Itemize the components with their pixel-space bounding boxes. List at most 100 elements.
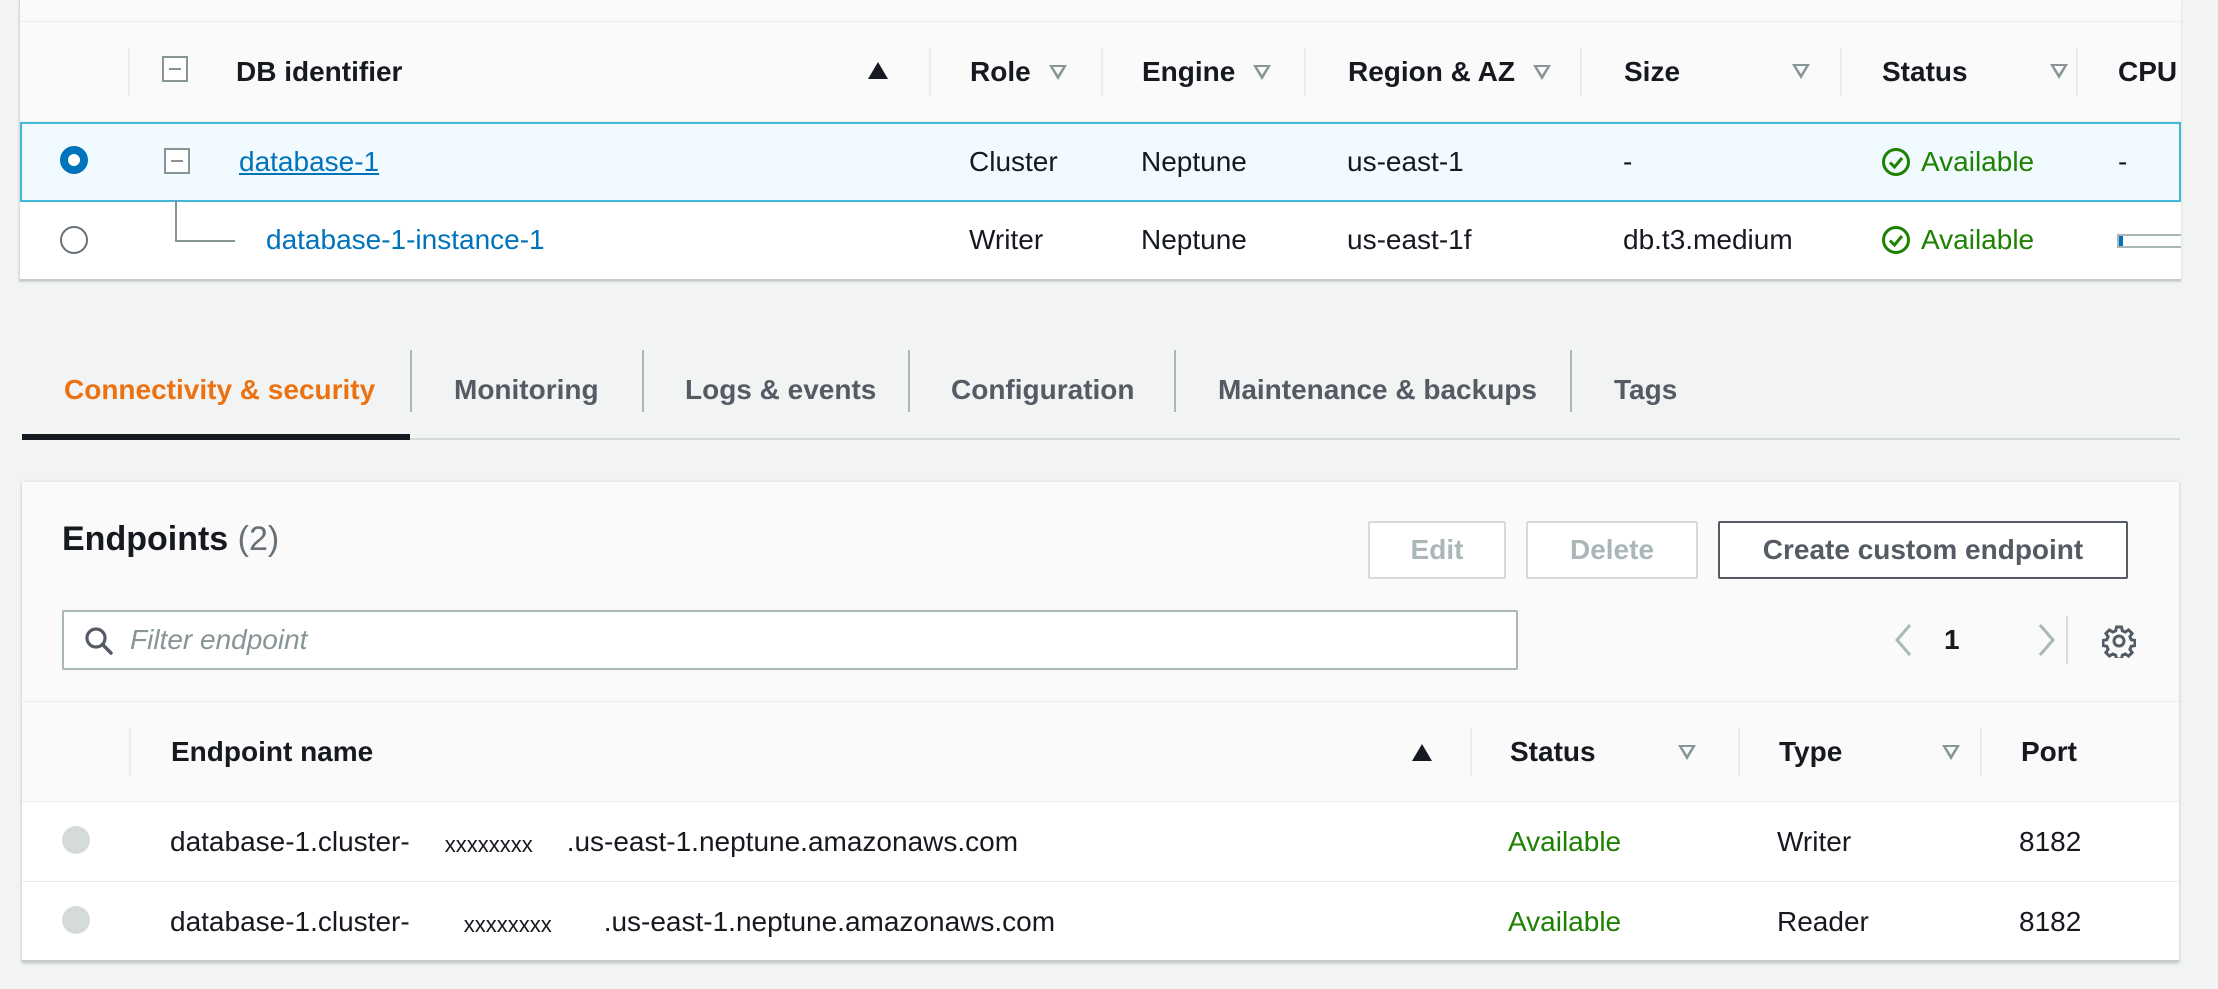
collapse-icon[interactable] bbox=[164, 148, 190, 174]
row-engine: Neptune bbox=[1141, 200, 1247, 280]
pagination-separator bbox=[2066, 616, 2068, 664]
table-row[interactable]: database-1.cluster- xxxxxxxx .us-east-1.… bbox=[22, 802, 2179, 882]
header-db-identifier[interactable]: DB identifier bbox=[236, 22, 936, 122]
expand-all-icon[interactable] bbox=[162, 56, 188, 82]
tab-separator bbox=[642, 350, 644, 412]
endpoint-status: Available bbox=[1508, 882, 1621, 962]
header-status-label: Status bbox=[1882, 56, 1968, 88]
endpoint-port: 8182 bbox=[2019, 802, 2081, 881]
endpoint-status: Available bbox=[1508, 802, 1621, 881]
row-size: db.t3.medium bbox=[1623, 200, 1793, 280]
table-row[interactable]: database-1 Cluster Neptune us-east-1 - A… bbox=[20, 122, 2181, 202]
check-circle-icon bbox=[1881, 147, 1911, 177]
row-radio-button[interactable] bbox=[62, 906, 90, 934]
table-row[interactable]: database-1-instance-1 Writer Neptune us-… bbox=[20, 200, 2181, 280]
header-engine-label: Engine bbox=[1142, 56, 1235, 88]
tab-maintenance-backups[interactable]: Maintenance & backups bbox=[1218, 340, 1537, 440]
endpoint-name-prefix: database-1.cluster- bbox=[170, 826, 410, 858]
sort-filter-icon bbox=[1792, 64, 1810, 79]
column-separator bbox=[129, 728, 131, 776]
search-icon bbox=[84, 626, 114, 656]
endpoints-count: (2) bbox=[238, 520, 280, 558]
sort-filter-icon bbox=[1942, 745, 1960, 760]
cpu-usage-fill bbox=[2119, 236, 2123, 246]
sort-filter-icon bbox=[1049, 65, 1067, 80]
header-engine[interactable]: Engine bbox=[1142, 22, 1271, 122]
row-cpu: - bbox=[2118, 124, 2127, 200]
row-radio-button[interactable] bbox=[62, 826, 90, 854]
endpoints-table-header: Endpoint name Status Type Port bbox=[22, 702, 2179, 802]
row-status: Available bbox=[1881, 124, 2034, 200]
tab-separator bbox=[1570, 350, 1572, 412]
tab-configuration[interactable]: Configuration bbox=[951, 340, 1135, 440]
header-role[interactable]: Role bbox=[970, 22, 1067, 122]
header-endpoint-name[interactable]: Endpoint name bbox=[171, 702, 373, 802]
filter-endpoint-field[interactable] bbox=[62, 610, 1518, 670]
row-status-label: Available bbox=[1921, 146, 2034, 178]
column-separator bbox=[1580, 48, 1582, 96]
endpoints-panel: Endpoints (2) Edit Delete Create custom … bbox=[22, 482, 2179, 962]
row-region: us-east-1f bbox=[1347, 200, 1472, 280]
tab-logs-events[interactable]: Logs & events bbox=[685, 340, 876, 440]
endpoints-title: Endpoints (2) bbox=[62, 520, 279, 559]
sort-filter-icon bbox=[1253, 65, 1271, 80]
header-role-label: Role bbox=[970, 56, 1031, 88]
row-radio-button[interactable] bbox=[60, 146, 88, 174]
column-separator bbox=[2076, 48, 2078, 96]
db-identifier-link[interactable]: database-1 bbox=[239, 146, 379, 178]
cpu-usage-bar bbox=[2117, 234, 2181, 248]
sort-asc-icon[interactable] bbox=[868, 62, 888, 79]
row-radio-button[interactable] bbox=[60, 226, 88, 254]
table-top-strip bbox=[20, 0, 2181, 22]
detail-tabs: Connectivity & security Monitoring Logs … bbox=[22, 340, 2180, 440]
table-row[interactable]: database-1.cluster- xxxxxxxx .us-east-1.… bbox=[22, 882, 2179, 962]
active-tab-indicator bbox=[22, 434, 410, 440]
column-separator bbox=[1840, 48, 1842, 96]
row-status-label: Available bbox=[1921, 224, 2034, 256]
sort-filter-icon bbox=[1533, 65, 1551, 80]
endpoint-name-prefix: database-1.cluster- bbox=[170, 906, 410, 938]
chevron-right-icon[interactable] bbox=[2034, 622, 2058, 658]
endpoint-name-suffix: .us-east-1.neptune.amazonaws.com bbox=[567, 826, 1018, 858]
endpoint-type: Reader bbox=[1777, 882, 1869, 962]
create-custom-endpoint-button[interactable]: Create custom endpoint bbox=[1718, 521, 2128, 579]
masked-cluster-id: xxxxxxxx bbox=[464, 912, 552, 938]
header-status[interactable]: Status bbox=[1882, 22, 2052, 122]
filter-endpoint-input[interactable] bbox=[130, 620, 1500, 660]
row-role: Writer bbox=[969, 200, 1043, 280]
tab-monitoring[interactable]: Monitoring bbox=[454, 340, 599, 440]
header-region-az[interactable]: Region & AZ bbox=[1348, 22, 1551, 122]
endpoint-port: 8182 bbox=[2019, 882, 2081, 962]
tab-connectivity-security[interactable]: Connectivity & security bbox=[64, 340, 375, 440]
tab-separator bbox=[908, 350, 910, 412]
column-separator bbox=[1101, 48, 1103, 96]
table-header-row: DB identifier Role Engine Region & AZ Si… bbox=[20, 22, 2181, 122]
delete-button[interactable]: Delete bbox=[1526, 521, 1698, 579]
endpoint-name: database-1.cluster- xxxxxxxx .us-east-1.… bbox=[170, 882, 1055, 962]
edit-button[interactable]: Edit bbox=[1368, 521, 1506, 579]
header-cpu[interactable]: CPU bbox=[2118, 22, 2177, 122]
chevron-left-icon[interactable] bbox=[1892, 622, 1916, 658]
page-number[interactable]: 1 bbox=[1944, 622, 1960, 658]
gear-icon[interactable] bbox=[2102, 624, 2136, 658]
tab-separator bbox=[410, 350, 412, 412]
sort-asc-icon[interactable] bbox=[1412, 744, 1432, 761]
endpoint-name: database-1.cluster- xxxxxxxx .us-east-1.… bbox=[170, 802, 1018, 881]
check-circle-icon bbox=[1881, 225, 1911, 255]
header-port[interactable]: Port bbox=[2021, 702, 2077, 802]
endpoint-name-suffix: .us-east-1.neptune.amazonaws.com bbox=[604, 906, 1055, 938]
masked-cluster-id: xxxxxxxx bbox=[445, 832, 533, 858]
column-separator bbox=[1980, 728, 1982, 776]
tab-tags[interactable]: Tags bbox=[1614, 340, 1677, 440]
sort-filter-icon bbox=[1678, 745, 1696, 760]
endpoints-header: Endpoints (2) Edit Delete Create custom … bbox=[22, 482, 2179, 702]
header-size-label: Size bbox=[1624, 56, 1680, 88]
tab-separator bbox=[1174, 350, 1176, 412]
row-role: Cluster bbox=[969, 124, 1058, 200]
header-type[interactable]: Type bbox=[1779, 702, 1842, 802]
header-status[interactable]: Status bbox=[1510, 702, 1596, 802]
row-status: Available bbox=[1881, 200, 2034, 280]
column-separator bbox=[128, 48, 130, 96]
sort-filter-icon bbox=[2050, 64, 2068, 79]
db-identifier-link[interactable]: database-1-instance-1 bbox=[266, 224, 545, 256]
